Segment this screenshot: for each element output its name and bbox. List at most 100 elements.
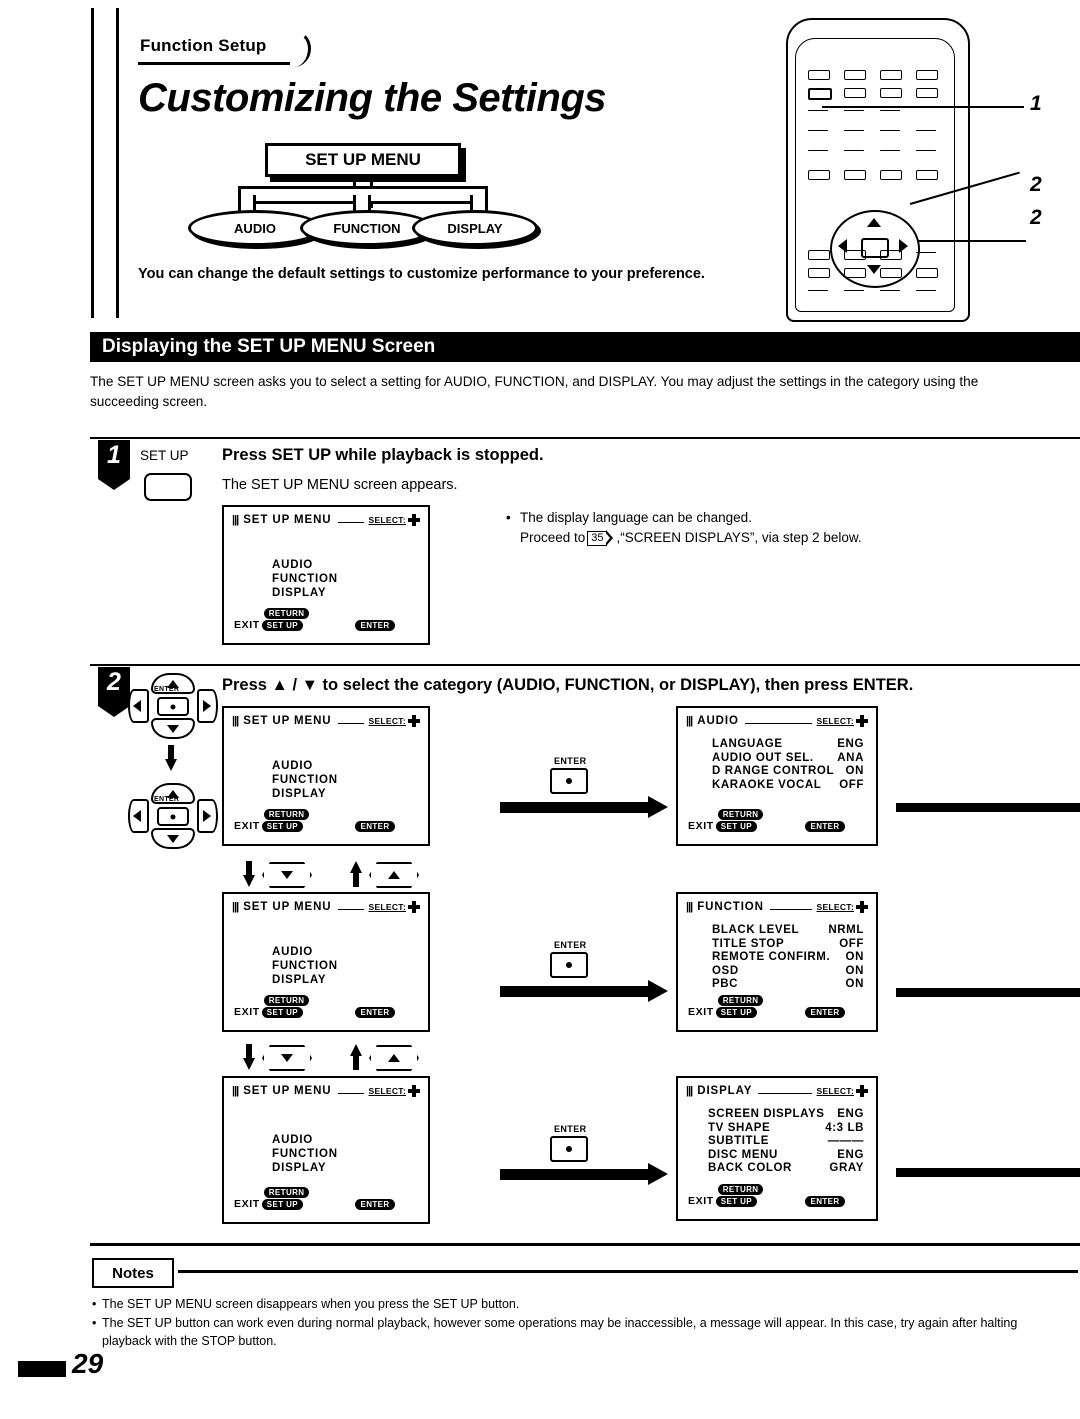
down-key-icon-1	[262, 862, 312, 888]
setup-pill: SET UP	[261, 620, 304, 631]
setting-name: DISC MENU	[708, 1148, 778, 1161]
page-number-block	[18, 1361, 66, 1377]
osd-setting-row: BLACK LEVEL NRML	[712, 924, 864, 938]
setting-name: SUBTITLE	[708, 1135, 770, 1148]
setting-value: OFF	[839, 778, 864, 791]
osd-bars-icon: |||	[232, 1085, 239, 1097]
manual-page: Function Setup Customizing the Settings …	[0, 0, 1080, 1419]
setting-value: NRML	[828, 924, 864, 936]
enter-key-icon-2	[550, 952, 588, 978]
osd-setting-row: PBC ON	[712, 978, 864, 992]
note-item: • The SET UP MENU screen disappears when…	[92, 1296, 1052, 1314]
osd-exit-label: EXIT	[234, 619, 260, 631]
section-kicker: Function Setup	[140, 36, 267, 55]
dpad-enter-label: ENTER	[154, 686, 180, 693]
osd-select-label: SELECT:	[368, 902, 406, 912]
dpad-down-icon	[867, 265, 881, 274]
page-title: Customizing the Settings	[138, 76, 607, 120]
osd-menu-item-display: DISPLAY	[272, 973, 327, 986]
osd-footer: EXIT RETURN SET UP ENTER	[234, 809, 418, 832]
osd-bars-icon: |||	[232, 901, 239, 913]
osd-bars-icon: |||	[686, 1085, 693, 1097]
osd-function: ||| FUNCTION SELECT: BLACK LEVEL NRML TI…	[676, 892, 878, 1032]
osd-title: SET UP MENU	[243, 901, 332, 913]
osd-setup-menu-row2: ||| SET UP MENU SELECT: AUDIO FUNCTION D…	[222, 892, 430, 1032]
dpad-cross-icon	[856, 901, 868, 913]
row-1-tail-bar	[896, 803, 1080, 812]
return-pill: RETURN	[263, 809, 310, 820]
osd-divider	[769, 901, 813, 910]
setting-value: ON	[845, 964, 864, 977]
side-note-line-2-post: ,“SCREEN DISPLAYS”, via step 2 below.	[616, 530, 862, 546]
remote-button	[844, 250, 866, 260]
osd-menu-item-audio: AUDIO	[272, 946, 314, 958]
osd-exit-keys: RETURN SET UP	[261, 809, 310, 832]
scroll-down-arrow-2	[243, 1044, 255, 1070]
down-key-icon-2	[262, 1045, 312, 1071]
osd-exit-label: EXIT	[688, 1195, 714, 1207]
osd-footer: EXIT RETURN SET UP ENTER	[688, 809, 866, 832]
setting-name: TV SHAPE	[708, 1121, 771, 1134]
osd-menu-item-function: FUNCTION	[272, 1147, 338, 1160]
return-pill: RETURN	[263, 608, 310, 619]
step-1-top-rule	[90, 437, 1080, 439]
osd-setting-row: LANGUAGE ENG	[712, 738, 864, 752]
dpad-down-segment	[151, 718, 195, 739]
setting-name: AUDIO OUT SEL.	[712, 751, 814, 764]
remote-button	[808, 130, 828, 131]
notes-label: Notes	[92, 1258, 174, 1288]
osd-exit-keys: RETURN SET UP	[261, 608, 310, 631]
return-pill: RETURN	[717, 995, 764, 1006]
osd-setting-row: OSD ON	[712, 965, 864, 979]
setting-value: GRAY	[829, 1162, 864, 1175]
osd-setting-row: DISC MENU ENG	[708, 1149, 864, 1163]
page-ref-badge: 35	[587, 530, 613, 547]
row-3-tail-bar	[896, 1168, 1080, 1177]
enter-pill: ENTER	[805, 1007, 845, 1018]
osd-setup-menu-row1: ||| SET UP MENU SELECT: AUDIO FUNCTION D…	[222, 706, 430, 846]
dpad-cross-icon	[408, 715, 420, 727]
step-1-marker: 1	[98, 440, 130, 490]
dpad-illustration-top: ENTER	[128, 673, 218, 739]
note-text: The SET UP MENU screen disappears when y…	[102, 1297, 520, 1311]
setting-name: KARAOKE VOCAL	[712, 778, 822, 791]
setup-pill: SET UP	[261, 821, 304, 832]
section-header-bar: Displaying the SET UP MENU Screen	[90, 332, 1080, 362]
return-pill: RETURN	[717, 1184, 764, 1195]
enter-key-icon-3	[550, 1136, 588, 1162]
osd-bars-icon: |||	[686, 715, 693, 727]
return-pill: RETURN	[263, 995, 310, 1006]
setting-name: BACK COLOR	[708, 1162, 792, 1175]
osd-exit-keys: RETURN SET UP	[261, 995, 310, 1018]
remote-button	[916, 70, 938, 80]
side-note-line-1: The display language can be changed.	[520, 510, 752, 525]
remote-button	[880, 268, 902, 278]
remote-button	[916, 290, 936, 291]
enter-pill: ENTER	[805, 1196, 845, 1207]
setting-value: ON	[845, 951, 864, 964]
dpad-flow-down-arrow	[165, 745, 177, 771]
osd-settings-list: BLACK LEVEL NRML TITLE STOP OFF REMOTE C…	[712, 924, 864, 992]
remote-button	[808, 170, 830, 180]
osd-select-label: SELECT:	[816, 716, 854, 726]
enter-key-icon-1	[550, 768, 588, 794]
remote-button	[880, 250, 902, 260]
osd-setting-row: AUDIO OUT SEL. ANA	[712, 752, 864, 766]
enter-pill: ENTER	[355, 821, 395, 832]
enter-key-label-3: ENTER	[554, 1124, 587, 1134]
osd-exit-keys: RETURN SET UP	[715, 1184, 764, 1207]
osd-setting-row: TITLE STOP OFF	[712, 938, 864, 952]
setup-key-icon	[144, 473, 192, 501]
osd-title: SET UP MENU	[243, 715, 332, 727]
dpad-enter-segment	[157, 807, 189, 826]
remote-button	[880, 170, 902, 180]
osd-menu-items: AUDIO FUNCTION DISPLAY	[272, 559, 338, 600]
osd-exit-label: EXIT	[234, 820, 260, 832]
remote-button	[880, 70, 902, 80]
diagram-root-node: SET UP MENU	[265, 143, 461, 177]
scroll-up-arrow-2	[350, 1044, 362, 1070]
remote-button	[808, 268, 830, 278]
enter-key-label-2: ENTER	[554, 940, 587, 950]
flow-arrow-3	[500, 1163, 668, 1185]
margin-rule-inner	[116, 8, 119, 318]
